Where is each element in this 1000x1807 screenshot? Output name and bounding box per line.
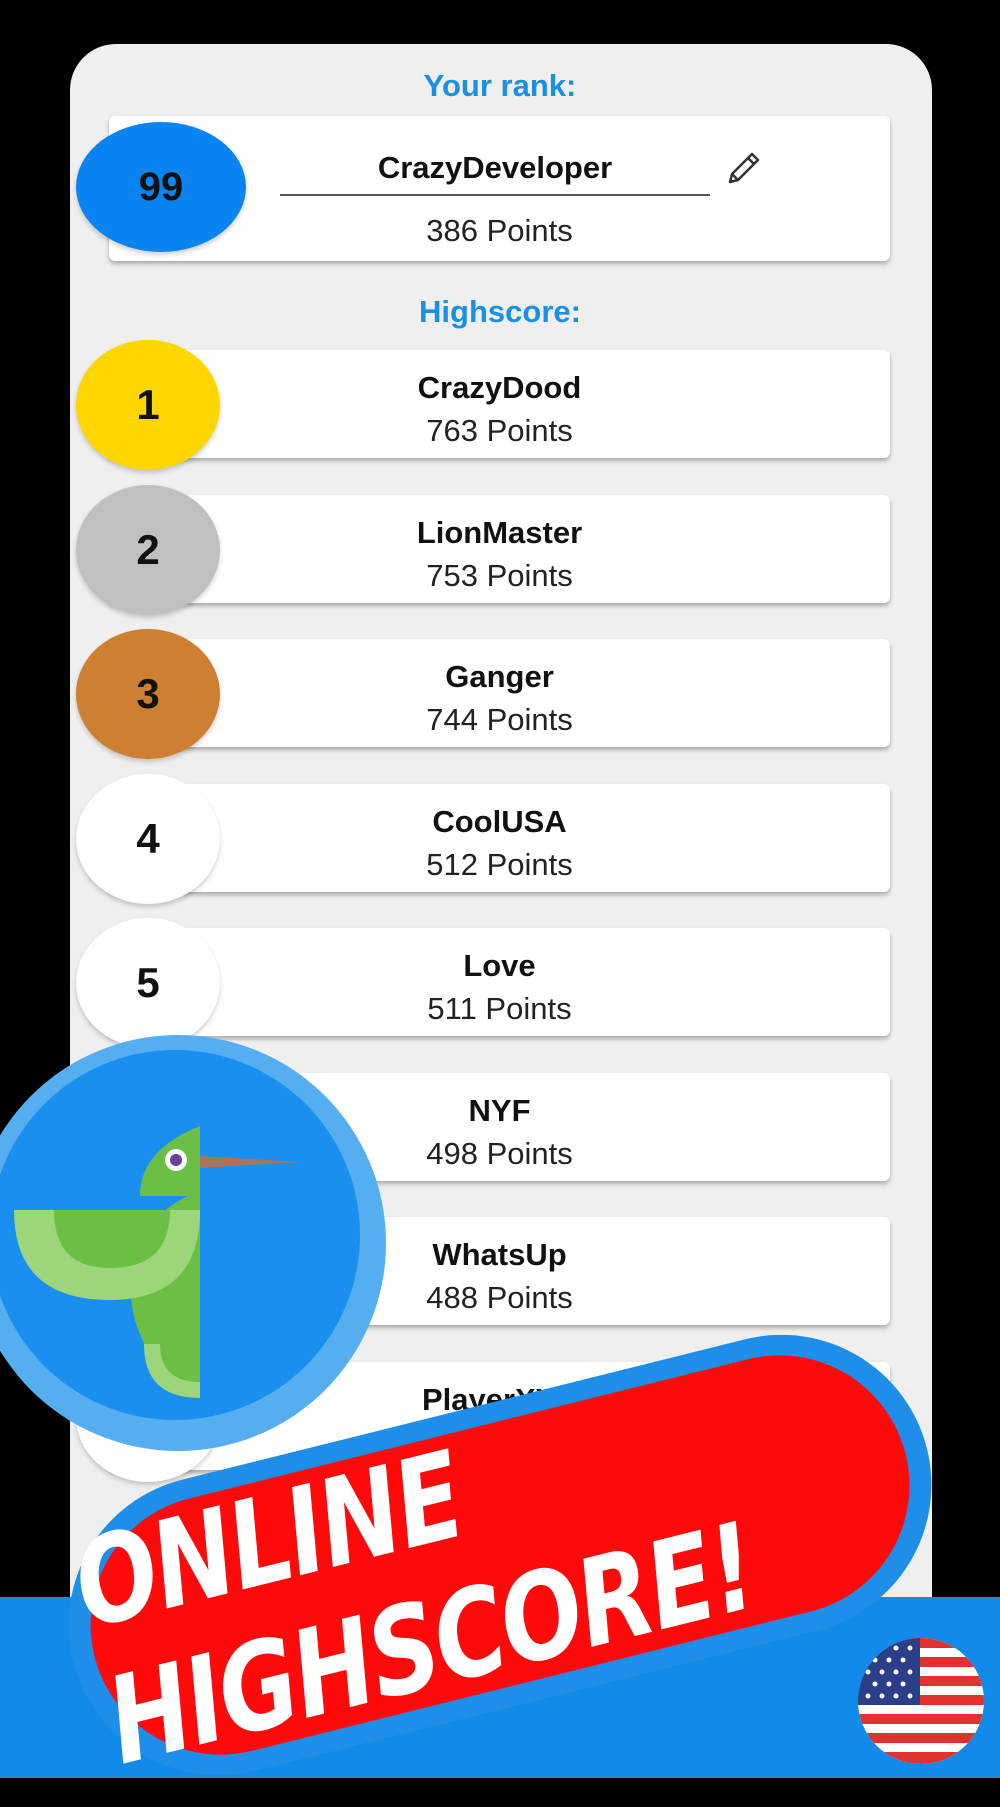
highscore-row: CoolUSA 512 Points xyxy=(109,784,890,892)
player-points: 511 Points xyxy=(427,991,572,1026)
username-field[interactable]: CrazyDeveloper xyxy=(280,150,710,196)
rank-badge: 1 xyxy=(76,340,220,470)
rank-badge: 2 xyxy=(76,485,220,615)
rank-badge: 3 xyxy=(76,629,220,759)
player-points: 763 Points xyxy=(426,413,573,448)
player-points: 512 Points xyxy=(426,847,573,882)
us-flag-graphic xyxy=(858,1638,984,1764)
highscore-row: CrazyDood 763 Points xyxy=(109,350,890,458)
your-rank-badge: 99 xyxy=(76,122,246,252)
highscore-row: Ganger 744 Points xyxy=(109,639,890,747)
us-flag-icon[interactable] xyxy=(858,1638,984,1764)
rank-number: 5 xyxy=(136,959,160,1006)
rank-badge: 5 xyxy=(76,918,220,1048)
hummingbird-logo xyxy=(14,1126,300,1398)
player-name: CrazyDood xyxy=(417,370,582,405)
player-points: 744 Points xyxy=(426,702,573,737)
rank-number: 4 xyxy=(136,815,160,862)
player-points: 753 Points xyxy=(426,558,573,593)
player-name: Love xyxy=(463,948,536,983)
player-name: CoolUSA xyxy=(432,804,567,839)
edit-name-button[interactable] xyxy=(722,146,766,190)
rank-number: 2 xyxy=(136,526,160,573)
highscore-row: Love 511 Points xyxy=(109,928,890,1036)
highscore-title: Highscore: xyxy=(419,294,581,329)
your-rank-title: Your rank: xyxy=(423,68,577,103)
player-name: Ganger xyxy=(445,659,554,694)
pencil-icon xyxy=(728,152,760,184)
highscore-row: LionMaster 753 Points xyxy=(109,495,890,603)
player-name: LionMaster xyxy=(416,515,583,550)
rank-number: 3 xyxy=(136,670,160,717)
rank-badge: 4 xyxy=(76,774,220,904)
rank-number: 1 xyxy=(136,381,160,428)
your-rank-number: 99 xyxy=(138,164,184,209)
